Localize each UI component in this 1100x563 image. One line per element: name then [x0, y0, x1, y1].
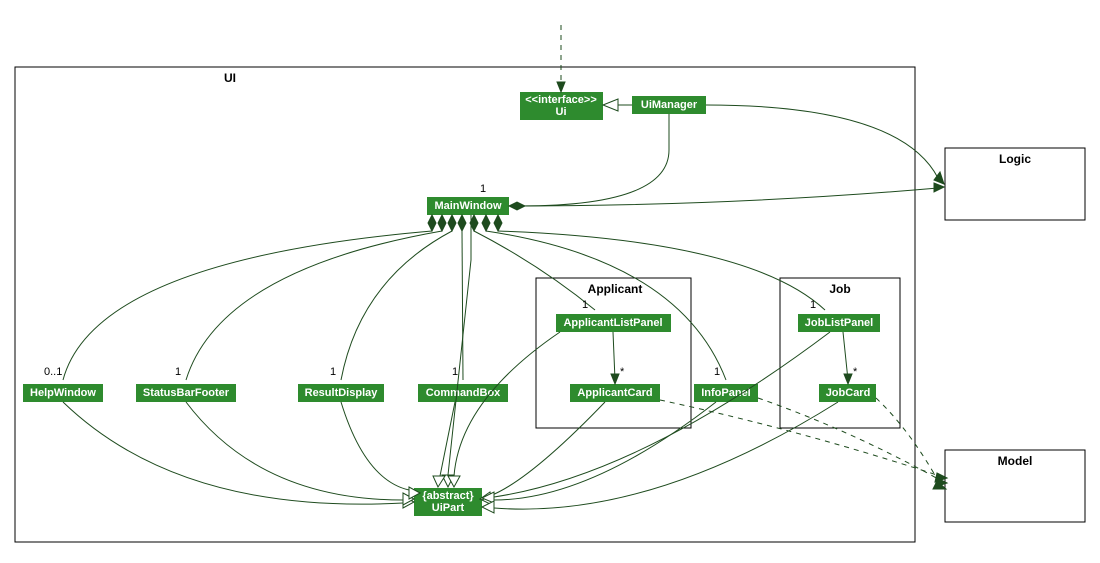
edge-ip-uipart	[494, 402, 716, 500]
mult-mainwindow: 1	[480, 183, 486, 195]
edge-mw-alp	[474, 231, 595, 310]
status-bar-label: StatusBarFooter	[143, 387, 230, 399]
ui-part-name: UiPart	[432, 502, 465, 514]
edge-uimanager-mainwindow	[520, 114, 669, 206]
package-logic-label: Logic	[999, 152, 1031, 166]
diamond-hw	[428, 215, 436, 231]
arrowhead-realization-icon	[603, 99, 618, 111]
package-model-label: Model	[998, 454, 1033, 468]
mult-jc: *	[853, 366, 858, 378]
package-applicant-label: Applicant	[588, 282, 643, 296]
package-job	[780, 278, 900, 428]
edge-jlp-jc	[843, 332, 848, 380]
edge-mw-cb	[462, 231, 463, 380]
edge-uimanager-logic	[706, 105, 938, 178]
mult-rd: 1	[330, 366, 336, 378]
command-box-label: CommandBox	[426, 387, 501, 399]
mult-cb: 1	[452, 366, 458, 378]
edge-sbf-uipart	[186, 402, 403, 500]
edge-alp-ac	[613, 332, 615, 380]
edge-mw-hw	[63, 231, 432, 380]
mult-ip: 1	[714, 366, 720, 378]
arrow-external-ui	[557, 82, 565, 92]
mult-ac: *	[620, 366, 625, 378]
package-job-label: Job	[829, 282, 850, 296]
diamond-sbf	[438, 215, 446, 231]
diamond-rd	[448, 215, 456, 231]
edge-mw-sbf	[186, 231, 442, 380]
diamond-jlp	[494, 215, 502, 231]
job-card-label: JobCard	[826, 387, 871, 399]
main-window-label: MainWindow	[434, 200, 502, 212]
edge-cb-uipart	[440, 402, 455, 476]
edge-rd-uipart	[341, 402, 409, 490]
applicant-card-label: ApplicantCard	[577, 387, 652, 399]
uml-diagram: UI Logic Model Applicant Job <<interface…	[0, 0, 1100, 563]
help-window-label: HelpWindow	[30, 387, 96, 399]
edge-alp-uipart	[454, 332, 560, 476]
mult-sbf: 1	[175, 366, 181, 378]
ui-interface-name: Ui	[556, 106, 567, 118]
mult-hw: 0..1	[44, 366, 62, 378]
diamond-cb	[458, 215, 466, 231]
tri-cb-uipart	[433, 476, 445, 487]
edge-mw-rd	[341, 231, 452, 380]
ui-manager-label: UiManager	[641, 99, 698, 111]
result-display-label: ResultDisplay	[305, 387, 379, 399]
edge-mw-uipart	[448, 215, 471, 475]
package-ui-label: UI	[224, 71, 236, 85]
edge-ac-model	[660, 400, 940, 476]
edge-ac-uipart	[490, 402, 605, 496]
arrow-jlp-jc	[844, 374, 852, 384]
ui-interface-stereotype: <<interface>>	[525, 94, 597, 106]
job-list-label: JobListPanel	[805, 317, 873, 329]
edge-jc-model	[876, 398, 940, 484]
mult-jlp: 1	[810, 299, 816, 311]
arrow-alp-ac	[611, 374, 619, 384]
ui-part-stereotype: {abstract}	[422, 490, 474, 502]
arrow-mainwindow-logic	[934, 183, 944, 192]
edge-mw-ip	[486, 231, 726, 380]
applicant-list-label: ApplicantListPanel	[563, 317, 662, 329]
mult-alp: 1	[582, 299, 588, 311]
diamond-ip	[482, 215, 490, 231]
edge-hw-uipart	[63, 402, 403, 504]
